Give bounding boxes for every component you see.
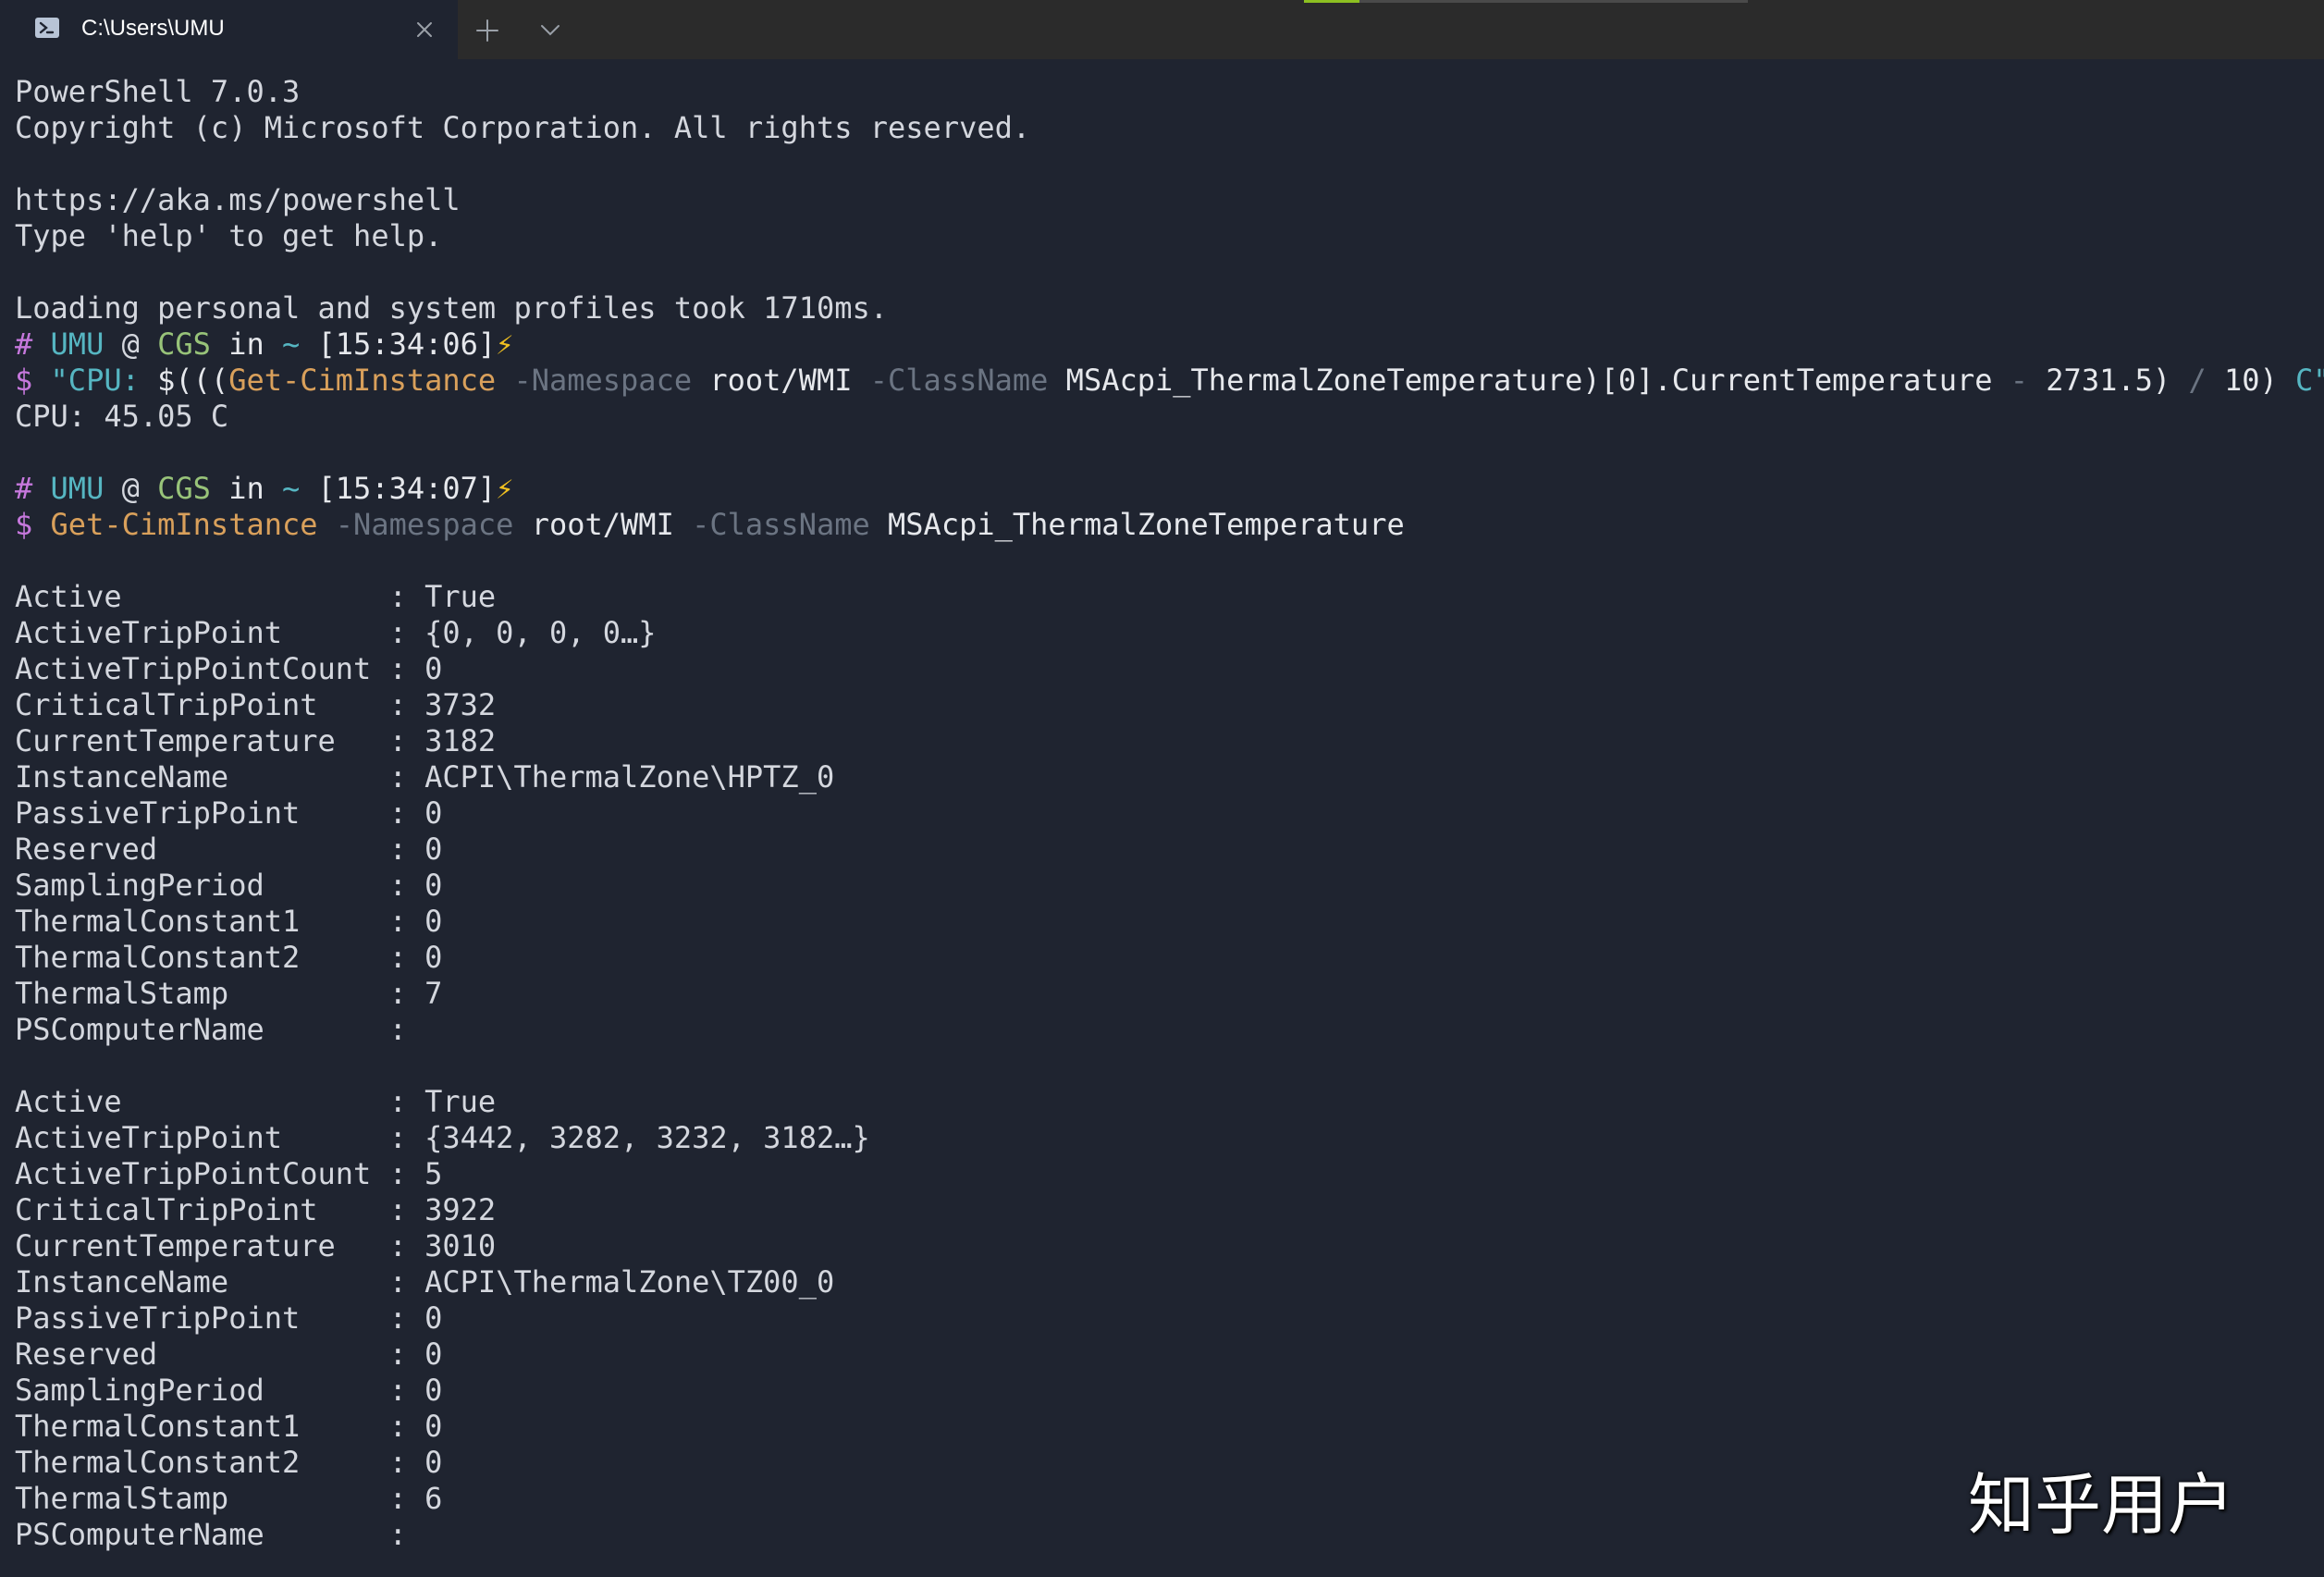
string-open: "CPU: bbox=[50, 363, 158, 398]
prompt-time: [15:34:07] bbox=[317, 471, 497, 506]
value-classname: MSAcpi_ThermalZoneTemperature bbox=[888, 507, 1405, 542]
terminal-output[interactable]: PowerShell 7.0.3 Copyright (c) Microsoft… bbox=[15, 74, 2324, 1553]
prompt-line: # UMU @ CGS in ~ [15:34:07]⚡ bbox=[15, 471, 2318, 507]
close-icon[interactable] bbox=[411, 16, 438, 43]
prompt-line: # UMU @ CGS in ~ [15:34:06]⚡ bbox=[15, 326, 2318, 363]
progress-fill bbox=[1304, 0, 1359, 3]
property-row: CurrentTemperature : 3182 bbox=[15, 723, 497, 758]
title-bar: C:\Users\UMU bbox=[0, 0, 2324, 59]
paren-close: ) bbox=[2152, 363, 2171, 398]
property-row: ThermalConstant2 : 0 bbox=[15, 940, 443, 975]
property-row: InstanceName : ACPI\ThermalZone\HPTZ_0 bbox=[15, 759, 835, 795]
paren-close: ) bbox=[2259, 363, 2278, 398]
subexpr-open: $((( bbox=[157, 363, 229, 398]
cmdlet-name: Get-CimInstance bbox=[50, 507, 318, 542]
tab-title: C:\Users\UMU bbox=[81, 16, 225, 41]
property-row: PassiveTripPoint : 0 bbox=[15, 1300, 443, 1336]
prompt-time: [15:34:06] bbox=[317, 326, 497, 362]
property-name: CurrentTemperature bbox=[1671, 363, 1993, 398]
tab-powershell[interactable]: C:\Users\UMU bbox=[0, 0, 458, 59]
property-row: PSComputerName : bbox=[15, 1012, 407, 1047]
property-row: SamplingPeriod : 0 bbox=[15, 868, 443, 903]
prompt-user: UMU bbox=[50, 471, 105, 506]
prompt-hash: # bbox=[15, 471, 33, 506]
watermark: 知乎用户 bbox=[1968, 1466, 2235, 1544]
plus-icon[interactable] bbox=[472, 15, 503, 46]
value-namespace: root/WMI bbox=[709, 363, 853, 398]
prompt-hash: # bbox=[15, 326, 33, 362]
property-row: Active : True bbox=[15, 1084, 497, 1119]
prompt-dir: ~ bbox=[281, 471, 301, 506]
prompt-dir: ~ bbox=[281, 326, 301, 362]
prompt-in: in bbox=[228, 326, 264, 362]
prompt-user: UMU bbox=[50, 326, 105, 362]
cmdlet-name: Get-CimInstance bbox=[228, 363, 497, 398]
banner-loading: Loading personal and system profiles too… bbox=[15, 290, 889, 326]
param-classname: -ClassName bbox=[869, 363, 1049, 398]
prompt-host: CGS bbox=[157, 471, 211, 506]
banner-version: PowerShell 7.0.3 bbox=[15, 74, 301, 109]
bolt-icon: ⚡ bbox=[496, 326, 514, 362]
property-row: ActiveTripPointCount : 0 bbox=[15, 651, 443, 686]
operator-minus: - bbox=[2010, 363, 2029, 398]
command-line: $ "CPU: $(((Get-CimInstance -Namespace r… bbox=[15, 363, 2324, 399]
property-row: ActiveTripPointCount : 5 bbox=[15, 1156, 443, 1191]
property-row: CriticalTripPoint : 3922 bbox=[15, 1192, 497, 1227]
value-classname: MSAcpi_ThermalZoneTemperature)[0]. bbox=[1065, 363, 1672, 398]
string-close: C" bbox=[2295, 363, 2324, 398]
banner-copyright: Copyright (c) Microsoft Corporation. All… bbox=[15, 110, 1031, 145]
property-row: CurrentTemperature : 3010 bbox=[15, 1228, 497, 1263]
wmi-instance: Active : True ActiveTripPoint : {0, 0, 0… bbox=[15, 579, 2318, 1048]
property-row: ActiveTripPoint : {0, 0, 0, 0…} bbox=[15, 615, 657, 650]
property-row: PassiveTripPoint : 0 bbox=[15, 795, 443, 831]
prompt-in: in bbox=[228, 471, 264, 506]
property-row: Reserved : 0 bbox=[15, 1337, 443, 1372]
progress-bar bbox=[1304, 0, 1748, 3]
number-divisor: 10 bbox=[2223, 363, 2260, 398]
property-row: Active : True bbox=[15, 579, 497, 614]
property-row: CriticalTripPoint : 3732 bbox=[15, 687, 497, 722]
banner-help: Type 'help' to get help. bbox=[15, 218, 443, 253]
value-namespace: root/WMI bbox=[531, 507, 674, 542]
command-output: CPU: 45.05 C bbox=[15, 399, 229, 434]
prompt-at: @ bbox=[121, 326, 140, 362]
param-classname: -ClassName bbox=[692, 507, 870, 542]
prompt-at: @ bbox=[121, 471, 140, 506]
banner-url: https://aka.ms/powershell bbox=[15, 182, 461, 217]
property-row: Reserved : 0 bbox=[15, 832, 443, 867]
property-row: ThermalConstant1 : 0 bbox=[15, 1409, 443, 1444]
param-namespace: -Namespace bbox=[513, 363, 693, 398]
prompt-dollar: $ bbox=[15, 363, 33, 398]
command-line: $ Get-CimInstance -Namespace root/WMI -C… bbox=[15, 507, 2318, 543]
property-row: InstanceName : ACPI\ThermalZone\TZ00_0 bbox=[15, 1264, 835, 1300]
property-row: ActiveTripPoint : {3442, 3282, 3232, 318… bbox=[15, 1120, 870, 1155]
property-row: SamplingPeriod : 0 bbox=[15, 1373, 443, 1408]
operator-divide: / bbox=[2188, 363, 2207, 398]
prompt-host: CGS bbox=[157, 326, 211, 362]
property-row: ThermalStamp : 7 bbox=[15, 976, 443, 1011]
powershell-icon bbox=[35, 18, 59, 38]
number-offset: 2731.5 bbox=[2046, 363, 2153, 398]
property-row: ThermalConstant1 : 0 bbox=[15, 904, 443, 939]
bolt-icon: ⚡ bbox=[496, 471, 514, 506]
prompt-dollar: $ bbox=[15, 507, 33, 542]
param-namespace: -Namespace bbox=[335, 507, 514, 542]
chevron-down-icon[interactable] bbox=[535, 15, 566, 46]
